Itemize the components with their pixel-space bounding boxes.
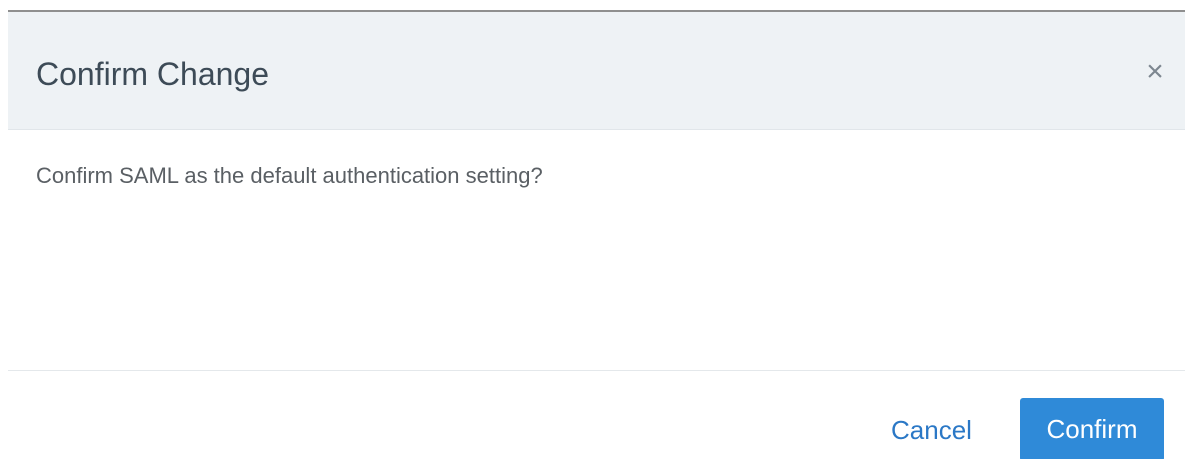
close-icon: × (1146, 55, 1164, 88)
close-button[interactable]: × (1139, 56, 1171, 88)
confirm-change-dialog: Confirm Change × Confirm SAML as the def… (8, 10, 1185, 459)
dialog-message: Confirm SAML as the default authenticati… (36, 163, 543, 188)
dialog-header: Confirm Change × (8, 12, 1185, 130)
page: ​ Confirm Change × Confirm SAML as the d… (0, 0, 1185, 459)
dialog-title: Confirm Change (36, 56, 269, 92)
cancel-button[interactable]: Cancel (871, 400, 992, 459)
confirm-button[interactable]: Confirm (1020, 398, 1164, 459)
footer-divider (8, 370, 1185, 371)
